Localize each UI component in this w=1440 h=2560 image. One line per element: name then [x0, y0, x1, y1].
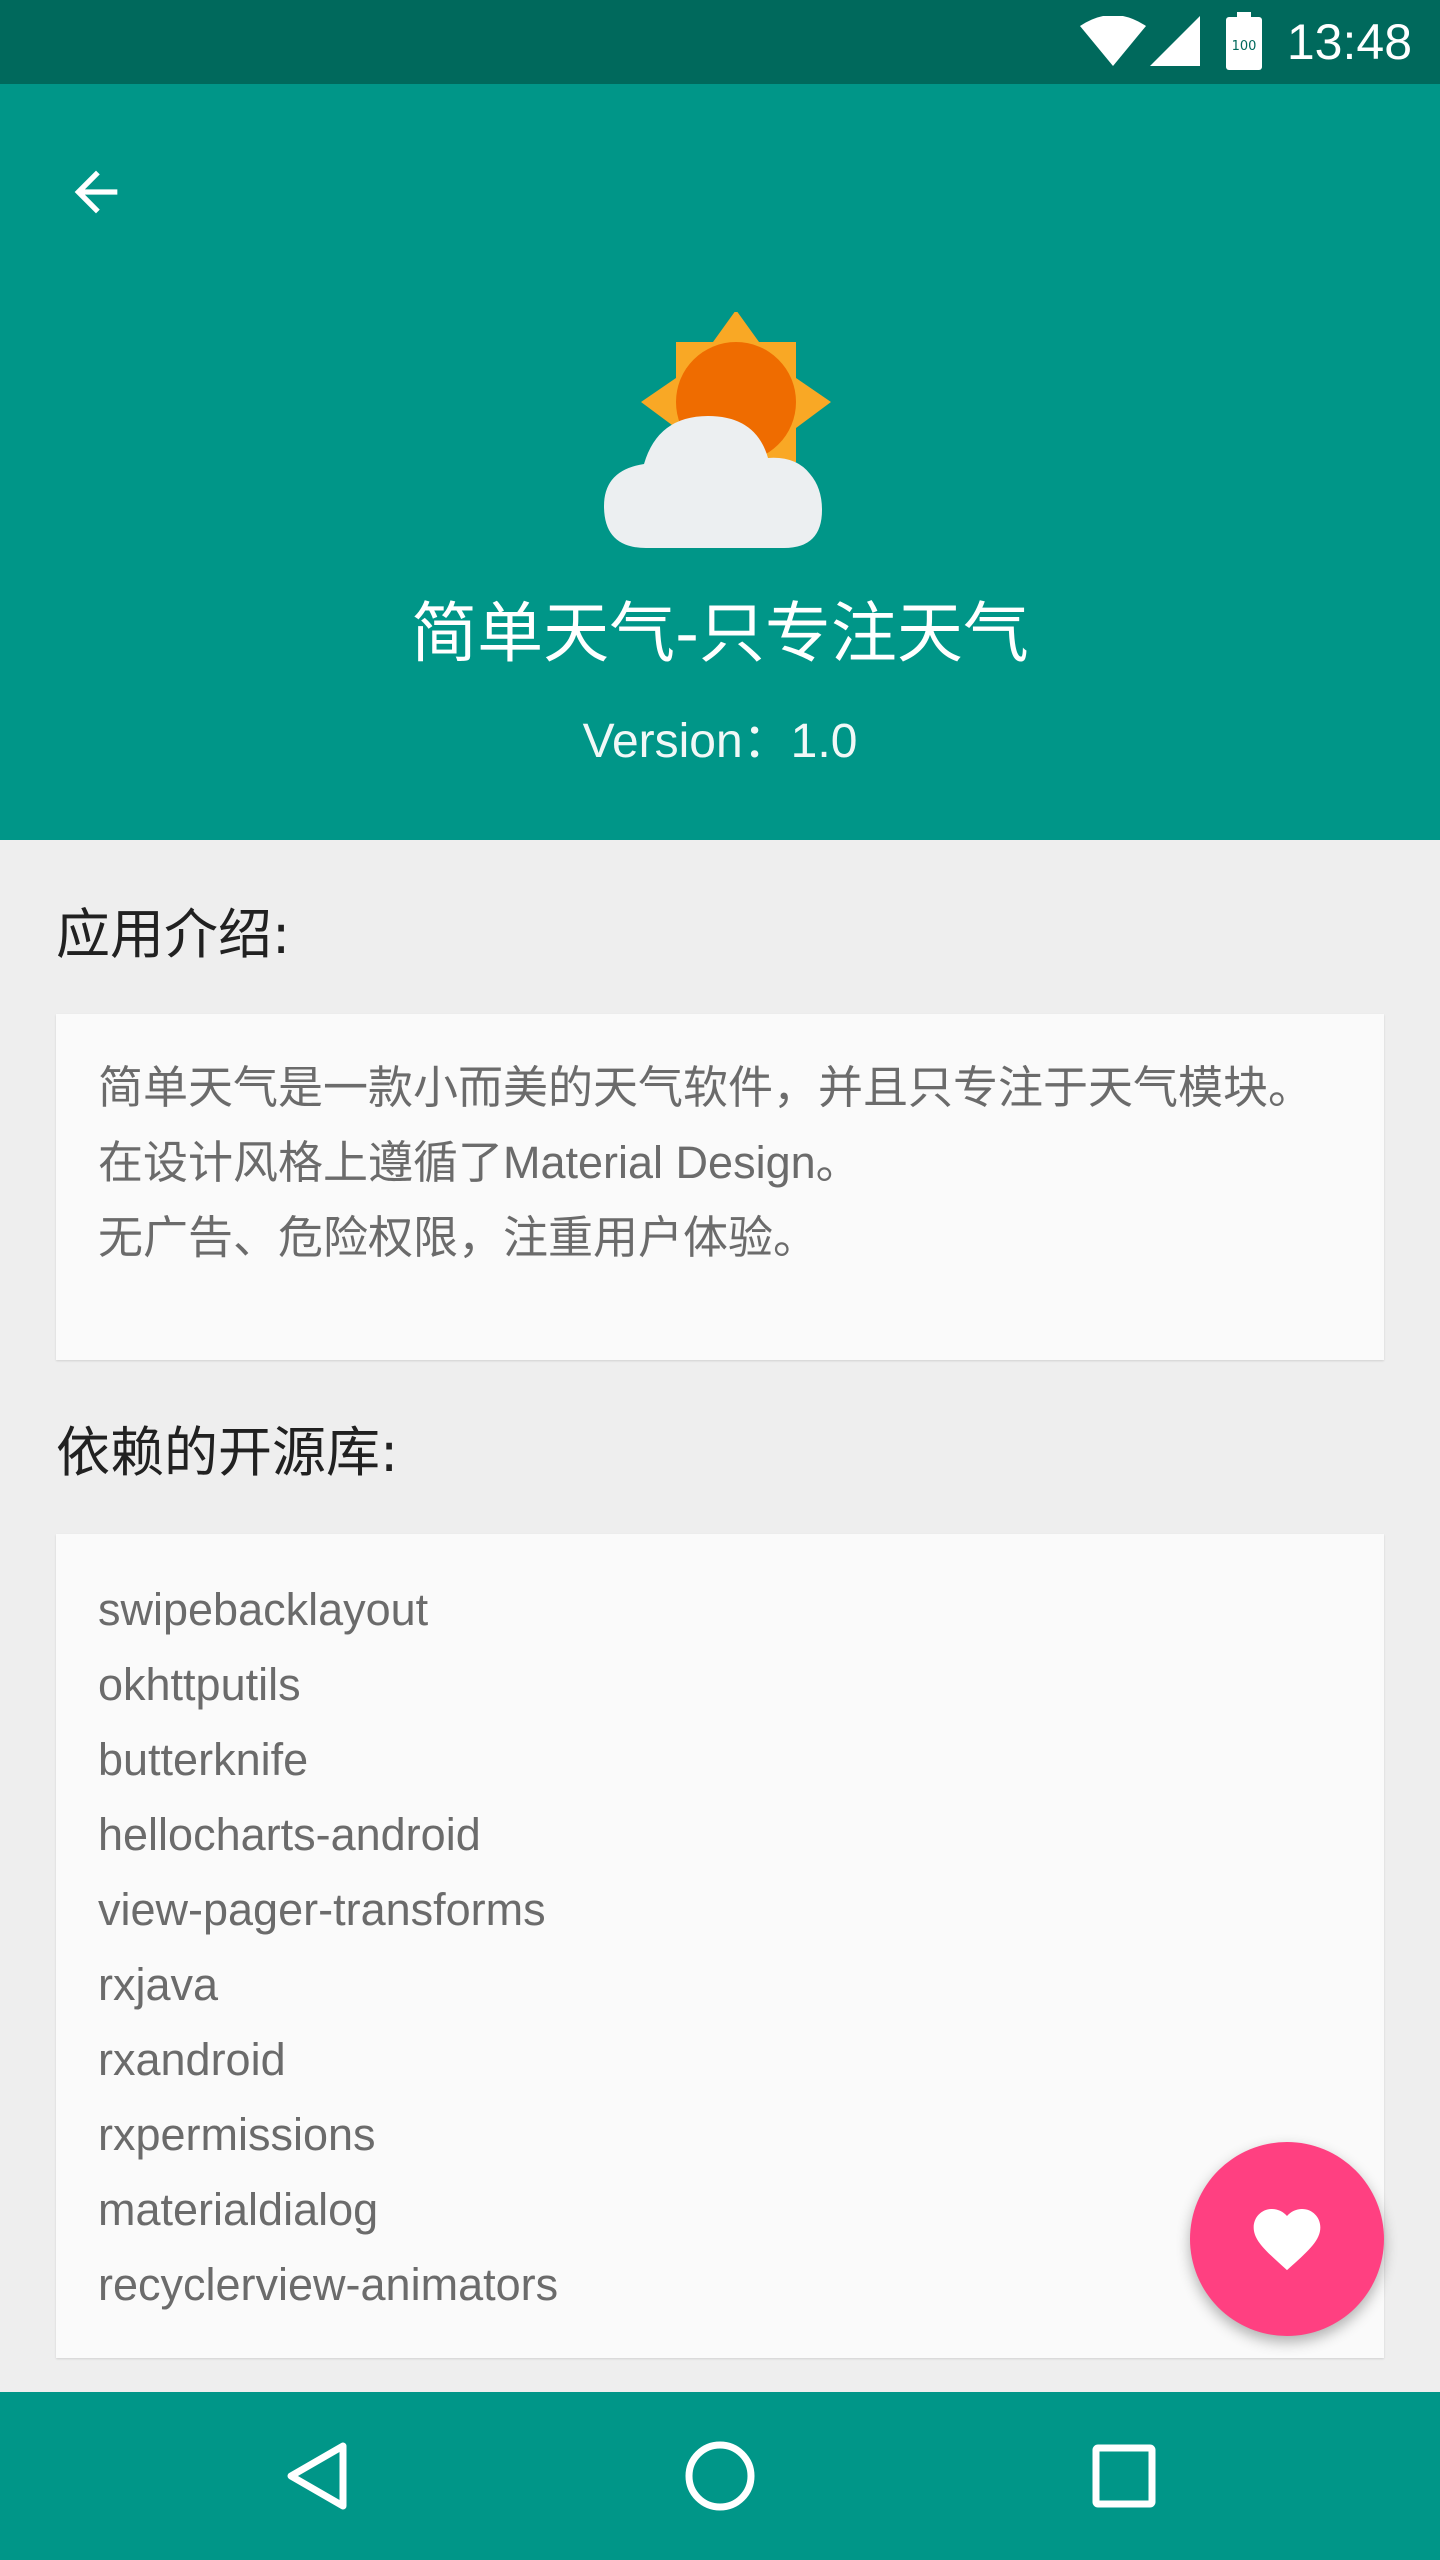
status-bar: 100 13:48 [0, 0, 1440, 84]
intro-line: 无广告、危险权限，注重用户体验。 [98, 1212, 819, 1263]
wifi-icon [1080, 16, 1146, 66]
libraries-heading: 依赖的开源库: [56, 1421, 399, 1484]
app-version: Version：1.0 [582, 715, 858, 768]
library-item: materialdialog [98, 2184, 379, 2235]
nav-recents-button[interactable] [1074, 2426, 1174, 2526]
system-nav-bar [0, 2392, 1440, 2560]
nav-back-button[interactable] [266, 2426, 366, 2526]
battery-icon: 100 [1226, 12, 1262, 70]
library-item: recyclerview-animators [98, 2259, 559, 2310]
app-title: 简单天气-只专注天气 [411, 595, 1029, 672]
library-item: rxpermissions [98, 2109, 376, 2160]
intro-line: 简单天气是一款小而美的天气软件，并且只专注于天气模块。 [98, 1062, 1314, 1113]
library-item: rxjava [98, 1959, 219, 2010]
library-item: okhttputils [98, 1659, 301, 1710]
battery-level-text: 100 [1232, 39, 1257, 54]
back-triangle-icon [287, 2442, 347, 2510]
library-item: butterknife [98, 1734, 309, 1785]
status-clock: 13:48 [1286, 14, 1412, 70]
library-item: rxandroid [98, 2034, 286, 2085]
app-header: 简单天气-只专注天气 Version：1.0 [0, 84, 1440, 840]
library-item: swipebacklayout [98, 1584, 429, 1635]
arrow-back-icon [74, 170, 118, 214]
signal-icon [1150, 16, 1200, 66]
back-button[interactable] [48, 144, 144, 240]
intro-line: 在设计风格上遵循了Material Design。 [98, 1137, 861, 1188]
heart-icon [1253, 2209, 1321, 2271]
intro-card: 简单天气是一款小而美的天气软件，并且只专注于天气模块。 在设计风格上遵循了Mat… [56, 1014, 1384, 1360]
home-circle-icon [685, 2441, 755, 2511]
library-item: view-pager-transforms [98, 1884, 546, 1935]
favorite-fab[interactable] [1190, 2142, 1384, 2336]
libraries-card: swipebacklayout okhttputils butterknife … [56, 1534, 1384, 2358]
nav-home-button[interactable] [670, 2426, 770, 2526]
intro-heading: 应用介绍: [56, 903, 291, 966]
library-item: hellocharts-android [98, 1809, 481, 1860]
recents-square-icon [1092, 2444, 1156, 2508]
sun-cloud-icon [604, 312, 831, 548]
